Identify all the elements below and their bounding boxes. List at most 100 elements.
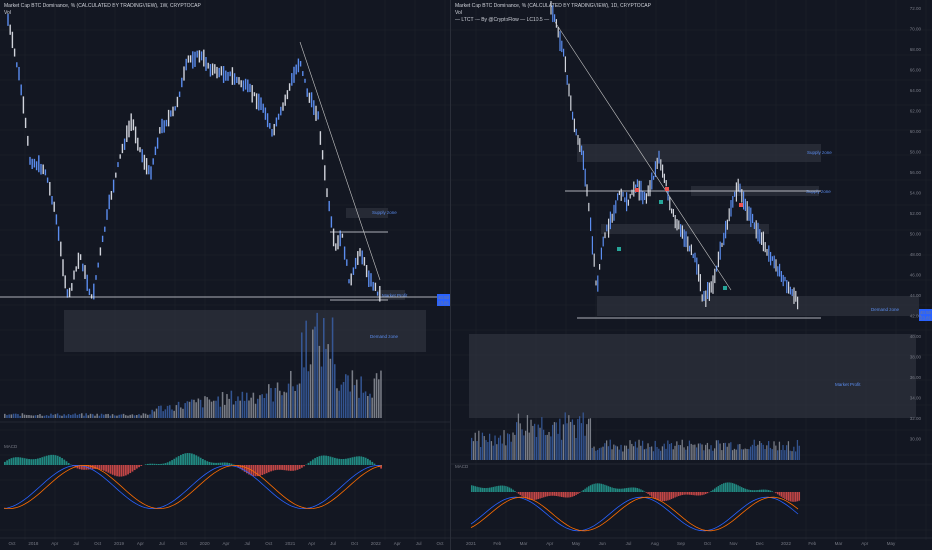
macd-histogram-bar [19,457,22,465]
volume-bar [76,414,79,418]
x-axis-tick-label: May [887,541,896,546]
volume-bar [701,444,703,460]
macd-histogram-bar [483,488,486,492]
macd-histogram-bar [591,484,594,492]
macd-histogram-bar [481,487,484,492]
x-axis-tick-label: Apr [546,541,554,546]
volume-bar [210,401,213,418]
volume-bar [32,415,35,418]
volume-bar [787,441,790,460]
macd-histogram-bar [499,485,502,492]
macd-histogram-bar [557,492,559,497]
volume-bar [254,403,257,418]
volume-bar [202,407,204,418]
macd-histogram-bar [226,462,228,465]
volume-bar [692,444,694,460]
chart-canvas-right[interactable]: Supply zoneSupply zoneSupply zoneDemand … [451,0,932,550]
macd-histogram-bar [37,458,39,465]
volume-bar [647,443,649,460]
macd-histogram-bar [320,455,323,465]
x-axis-tick-label: Jul [159,541,165,546]
macd-histogram-bar [777,492,779,495]
macd-histogram-bar [48,455,50,465]
macd-histogram-bar [480,487,482,492]
macd-histogram-bar [230,463,233,465]
volume-bar [777,450,779,460]
volume-bar [742,449,745,460]
macd-histogram-bar [219,462,222,465]
volume-bar [537,424,539,460]
macd-histogram-bar [507,486,509,492]
signal-marker [659,200,663,204]
y-axis-tick-label: 30.00 [910,437,922,442]
x-axis-tick-label: Aug [651,541,660,546]
volume-bar [715,440,718,460]
macd-histogram-bar [338,458,341,465]
volume-bar [568,415,570,460]
volume-bar [378,379,380,418]
volume-bar [579,416,581,460]
volume-bar [39,414,41,418]
macd-histogram-bar [546,492,549,497]
volume-bar [191,399,193,418]
volume-bar [296,384,299,418]
volume-bar [665,448,667,460]
volume-bar [349,391,351,418]
volume-bar [87,415,90,418]
volume-bar [105,414,107,418]
volume-bar [730,442,732,460]
volume-bar [507,433,509,460]
volume-bar [114,415,116,418]
x-axis-tick-label: Mar [835,541,843,546]
volume-bar [127,415,129,418]
macd-histogram-bar [4,461,6,465]
volume-bar [699,443,701,460]
macd-histogram-bar [268,465,270,473]
volume-bar [782,445,784,460]
chart-canvas-left[interactable]: Supply zoneMarket ProfitDemand zoneMACDO… [0,0,450,550]
macd-histogram-bar [658,492,660,501]
volume-bar [525,430,527,460]
volume-bar [307,371,310,418]
macd-histogram-bar [171,460,173,465]
volume-bar [226,394,228,418]
zone-box [597,296,919,316]
macd-histogram-bar [688,492,691,495]
chart-pane-right[interactable]: Market Cap BTC Dominance, % (CALCULATED … [451,0,932,550]
volume-bar [679,445,682,460]
volume-bar [471,437,473,460]
macd-histogram-bar [202,459,204,465]
signal-marker [635,188,639,192]
macd-histogram-bar [312,459,314,465]
macd-histogram-bar [714,488,716,492]
volume-bar [649,447,651,460]
x-axis-tick-label: Sep [677,541,686,546]
macd-histogram-bar [206,461,209,465]
volume-bar [43,415,46,418]
x-axis-tick-label: 2021 [466,541,477,546]
volume-bar [748,449,750,460]
volume-bar [744,448,746,460]
x-axis-tick-label: Oct [704,541,712,546]
volume-bar [604,443,606,460]
volume-bar [338,390,340,418]
macd-histogram-bar [566,492,568,498]
macd-histogram-bar [654,492,657,499]
macd-histogram-bar [634,487,637,492]
chart-pane-left[interactable]: Market Cap BTC Dominance, % (CALCULATED … [0,0,450,550]
volume-bar [199,399,202,418]
zone-box [601,224,769,234]
volume-bar [56,413,59,418]
macd-histogram-bar [625,488,628,492]
volume-bar [472,441,475,460]
volume-bar [116,415,118,418]
volume-bar [688,440,691,460]
price-badge-value: 40.50 [438,295,450,300]
macd-histogram-bar [548,492,550,496]
volume-bar [316,312,318,418]
volume-bar [294,391,296,418]
macd-histogram-bar [674,492,676,498]
macd-histogram-bar [741,487,743,492]
macd-histogram-bar [12,457,15,465]
macd-histogram-bar [705,492,707,495]
